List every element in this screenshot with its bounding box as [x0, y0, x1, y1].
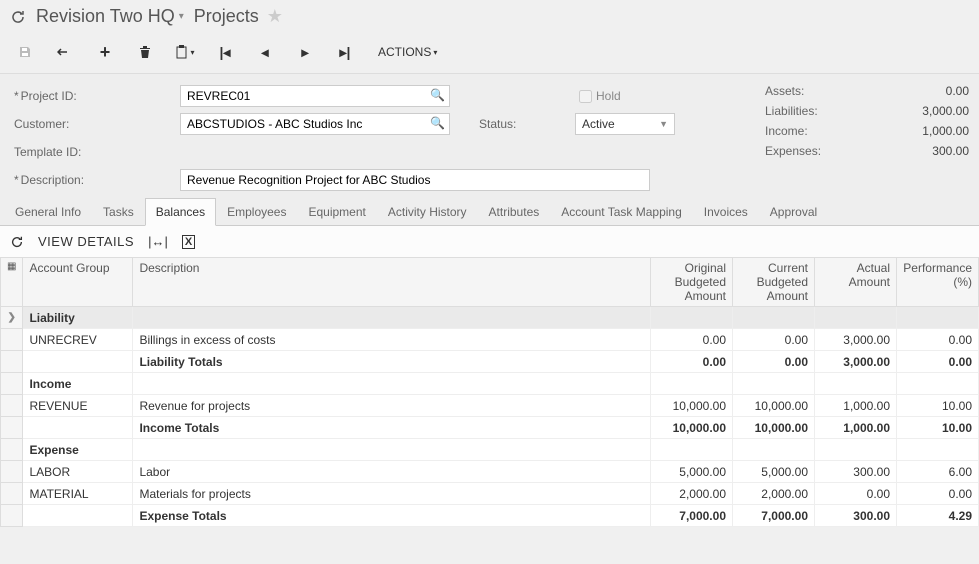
refresh-icon[interactable]	[10, 9, 26, 25]
tab-activity-history[interactable]: Activity History	[377, 198, 478, 226]
income-label: Income:	[765, 124, 808, 138]
table-row[interactable]: Income	[1, 373, 979, 395]
tab-general-info[interactable]: General Info	[4, 198, 92, 226]
assets-label: Assets:	[765, 84, 804, 98]
table-row[interactable]: UNRECREVBillings in excess of costs0.000…	[1, 329, 979, 351]
table-row[interactable]: Expense Totals7,000.007,000.00300.004.29	[1, 505, 979, 527]
tab-tasks[interactable]: Tasks	[92, 198, 145, 226]
assets-value: 0.00	[889, 84, 969, 98]
hold-checkbox-input[interactable]	[579, 90, 592, 103]
table-row[interactable]: ❯Liability	[1, 307, 979, 329]
table-row[interactable]: MATERIALMaterials for projects2,000.002,…	[1, 483, 979, 505]
tab-balances[interactable]: Balances	[145, 198, 216, 226]
hold-checkbox[interactable]: Hold	[575, 87, 621, 106]
description-label: *Description:	[10, 173, 180, 187]
expenses-label: Expenses:	[765, 144, 821, 158]
hold-label: Hold	[596, 89, 621, 103]
col-description[interactable]: Description	[133, 258, 651, 307]
tab-account-task-mapping[interactable]: Account Task Mapping	[550, 198, 693, 226]
status-label: Status:	[475, 117, 575, 131]
tab-employees[interactable]: Employees	[216, 198, 297, 226]
delete-icon[interactable]	[134, 41, 156, 63]
export-excel-icon[interactable]: X	[182, 235, 195, 249]
table-row[interactable]: Expense	[1, 439, 979, 461]
table-row[interactable]: Income Totals10,000.0010,000.001,000.001…	[1, 417, 979, 439]
chevron-down-icon: ▾	[179, 11, 184, 22]
col-original-budgeted[interactable]: Original Budgeted Amount	[651, 258, 733, 307]
expenses-value: 300.00	[889, 144, 969, 158]
col-current-budgeted[interactable]: Current Budgeted Amount	[733, 258, 815, 307]
col-performance[interactable]: Performance (%)	[897, 258, 979, 307]
status-select[interactable]: Active ▼	[575, 113, 675, 135]
col-actual-amount[interactable]: Actual Amount	[815, 258, 897, 307]
grid-header-row: ▦ Account Group Description Original Bud…	[1, 258, 979, 307]
fit-columns-icon[interactable]: |↔|	[148, 234, 168, 249]
view-details-button[interactable]: VIEW DETAILS	[38, 234, 134, 249]
title-bar: Revision Two HQ ▾ Projects ★	[0, 0, 979, 33]
balances-grid: ▦ Account Group Description Original Bud…	[0, 257, 979, 527]
chevron-down-icon: ▾	[433, 48, 437, 57]
actions-menu-button[interactable]: ACTIONS ▾	[374, 41, 441, 63]
tab-strip: General InfoTasksBalancesEmployeesEquipm…	[0, 198, 979, 226]
project-id-input[interactable]	[180, 85, 450, 107]
table-row[interactable]: Liability Totals0.000.003,000.000.00	[1, 351, 979, 373]
liabilities-value: 3,000.00	[889, 104, 969, 118]
chevron-down-icon: ▼	[659, 119, 668, 129]
tab-attributes[interactable]: Attributes	[478, 198, 551, 226]
customer-label: Customer:	[10, 117, 180, 131]
favorite-star-icon[interactable]: ★	[267, 6, 283, 27]
save-icon[interactable]	[14, 41, 36, 63]
undo-icon[interactable]	[54, 41, 76, 63]
tab-equipment[interactable]: Equipment	[297, 198, 376, 226]
grid-refresh-icon[interactable]	[10, 235, 24, 249]
breadcrumb-page[interactable]: Projects	[194, 6, 259, 27]
status-value: Active	[582, 117, 615, 131]
col-account-group[interactable]: Account Group	[23, 258, 133, 307]
actions-label: ACTIONS	[378, 45, 431, 59]
prev-record-icon[interactable]: ◂	[254, 41, 276, 63]
template-id-label: Template ID:	[10, 145, 180, 159]
form-panel: *Project ID: 🔍 Customer: 🔍 Template ID: …	[0, 73, 979, 198]
table-row[interactable]: LABORLabor5,000.005,000.00300.006.00	[1, 461, 979, 483]
add-icon[interactable]: +	[94, 41, 116, 63]
tab-approval[interactable]: Approval	[759, 198, 828, 226]
table-row[interactable]: REVENUERevenue for projects10,000.0010,0…	[1, 395, 979, 417]
row-selector-header[interactable]: ▦	[1, 258, 23, 307]
clipboard-icon[interactable]: ▾	[174, 41, 196, 63]
grid-toolbar: VIEW DETAILS |↔| X	[0, 226, 979, 257]
customer-input[interactable]	[180, 113, 450, 135]
tab-invoices[interactable]: Invoices	[693, 198, 759, 226]
description-input[interactable]	[180, 169, 650, 191]
first-record-icon[interactable]: |◂	[214, 41, 236, 63]
liabilities-label: Liabilities:	[765, 104, 818, 118]
income-value: 1,000.00	[889, 124, 969, 138]
last-record-icon[interactable]: ▸|	[334, 41, 356, 63]
breadcrumb-org[interactable]: Revision Two HQ	[36, 6, 175, 27]
main-toolbar: + ▾ |◂ ◂ ▸ ▸| ACTIONS ▾	[0, 33, 979, 73]
project-id-label: *Project ID:	[10, 89, 180, 103]
next-record-icon[interactable]: ▸	[294, 41, 316, 63]
